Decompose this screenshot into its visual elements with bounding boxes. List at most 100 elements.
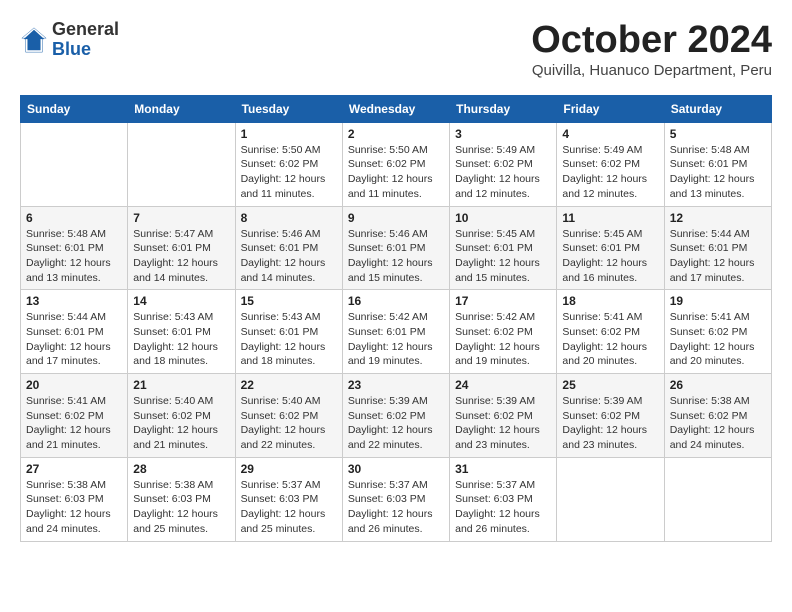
calendar-cell: 19 Sunrise: 5:41 AM Sunset: 6:02 PM Dayli… (664, 290, 771, 374)
day-number: 18 (562, 294, 658, 308)
day-detail: Sunrise: 5:40 AM Sunset: 6:02 PM Dayligh… (241, 394, 337, 453)
day-number: 3 (455, 127, 551, 141)
day-detail: Sunrise: 5:41 AM Sunset: 6:02 PM Dayligh… (562, 310, 658, 369)
day-detail: Sunrise: 5:42 AM Sunset: 6:02 PM Dayligh… (455, 310, 551, 369)
day-detail: Sunrise: 5:48 AM Sunset: 6:01 PM Dayligh… (670, 143, 766, 202)
day-number: 22 (241, 378, 337, 392)
logo-general-label: General (52, 20, 119, 40)
day-detail: Sunrise: 5:49 AM Sunset: 6:02 PM Dayligh… (455, 143, 551, 202)
day-detail: Sunrise: 5:37 AM Sunset: 6:03 PM Dayligh… (241, 478, 337, 537)
day-detail: Sunrise: 5:47 AM Sunset: 6:01 PM Dayligh… (133, 227, 229, 286)
calendar-cell: 22 Sunrise: 5:40 AM Sunset: 6:02 PM Dayli… (235, 374, 342, 458)
day-number: 12 (670, 211, 766, 225)
calendar-cell (664, 457, 771, 541)
calendar-cell (21, 122, 128, 206)
day-detail: Sunrise: 5:38 AM Sunset: 6:03 PM Dayligh… (133, 478, 229, 537)
day-number: 16 (348, 294, 444, 308)
day-number: 2 (348, 127, 444, 141)
day-header-friday: Friday (557, 95, 664, 122)
day-number: 13 (26, 294, 122, 308)
calendar-cell: 12 Sunrise: 5:44 AM Sunset: 6:01 PM Dayli… (664, 206, 771, 290)
calendar-cell: 7 Sunrise: 5:47 AM Sunset: 6:01 PM Daylig… (128, 206, 235, 290)
day-detail: Sunrise: 5:44 AM Sunset: 6:01 PM Dayligh… (670, 227, 766, 286)
day-detail: Sunrise: 5:40 AM Sunset: 6:02 PM Dayligh… (133, 394, 229, 453)
day-number: 26 (670, 378, 766, 392)
day-header-thursday: Thursday (450, 95, 557, 122)
day-number: 15 (241, 294, 337, 308)
day-detail: Sunrise: 5:44 AM Sunset: 6:01 PM Dayligh… (26, 310, 122, 369)
day-detail: Sunrise: 5:45 AM Sunset: 6:01 PM Dayligh… (562, 227, 658, 286)
day-header-monday: Monday (128, 95, 235, 122)
day-number: 19 (670, 294, 766, 308)
month-title: October 2024 (531, 20, 772, 62)
calendar-week-row: 27 Sunrise: 5:38 AM Sunset: 6:03 PM Dayli… (21, 457, 772, 541)
day-detail: Sunrise: 5:38 AM Sunset: 6:03 PM Dayligh… (26, 478, 122, 537)
day-number: 24 (455, 378, 551, 392)
day-header-saturday: Saturday (664, 95, 771, 122)
day-number: 23 (348, 378, 444, 392)
logo: General Blue (20, 20, 119, 60)
day-number: 31 (455, 462, 551, 476)
calendar-cell: 4 Sunrise: 5:49 AM Sunset: 6:02 PM Daylig… (557, 122, 664, 206)
day-number: 7 (133, 211, 229, 225)
calendar-cell: 9 Sunrise: 5:46 AM Sunset: 6:01 PM Daylig… (342, 206, 449, 290)
day-detail: Sunrise: 5:42 AM Sunset: 6:01 PM Dayligh… (348, 310, 444, 369)
day-number: 14 (133, 294, 229, 308)
logo-text: General Blue (52, 20, 119, 60)
calendar-cell: 25 Sunrise: 5:39 AM Sunset: 6:02 PM Dayli… (557, 374, 664, 458)
calendar-cell: 2 Sunrise: 5:50 AM Sunset: 6:02 PM Daylig… (342, 122, 449, 206)
location-subtitle: Quivilla, Huanuco Department, Peru (531, 62, 772, 79)
calendar-week-row: 6Sunrise: 5:48 AM Sunset: 6:01 PM Daylig… (21, 206, 772, 290)
day-number: 4 (562, 127, 658, 141)
day-number: 11 (562, 211, 658, 225)
day-number: 10 (455, 211, 551, 225)
day-detail: Sunrise: 5:37 AM Sunset: 6:03 PM Dayligh… (348, 478, 444, 537)
calendar-cell: 6Sunrise: 5:48 AM Sunset: 6:01 PM Daylig… (21, 206, 128, 290)
calendar-cell (557, 457, 664, 541)
logo-blue-label: Blue (52, 40, 119, 60)
day-detail: Sunrise: 5:41 AM Sunset: 6:02 PM Dayligh… (670, 310, 766, 369)
day-detail: Sunrise: 5:41 AM Sunset: 6:02 PM Dayligh… (26, 394, 122, 453)
calendar-cell: 21 Sunrise: 5:40 AM Sunset: 6:02 PM Dayli… (128, 374, 235, 458)
calendar-cell: 13 Sunrise: 5:44 AM Sunset: 6:01 PM Dayli… (21, 290, 128, 374)
day-detail: Sunrise: 5:46 AM Sunset: 6:01 PM Dayligh… (348, 227, 444, 286)
calendar-week-row: 20Sunrise: 5:41 AM Sunset: 6:02 PM Dayli… (21, 374, 772, 458)
logo-icon (20, 26, 48, 54)
day-number: 30 (348, 462, 444, 476)
calendar-cell: 24 Sunrise: 5:39 AM Sunset: 6:02 PM Dayli… (450, 374, 557, 458)
day-detail: Sunrise: 5:49 AM Sunset: 6:02 PM Dayligh… (562, 143, 658, 202)
calendar-cell: 5Sunrise: 5:48 AM Sunset: 6:01 PM Daylig… (664, 122, 771, 206)
calendar-table: SundayMondayTuesdayWednesdayThursdayFrid… (20, 95, 772, 542)
day-detail: Sunrise: 5:50 AM Sunset: 6:02 PM Dayligh… (348, 143, 444, 202)
day-detail: Sunrise: 5:37 AM Sunset: 6:03 PM Dayligh… (455, 478, 551, 537)
day-number: 9 (348, 211, 444, 225)
day-detail: Sunrise: 5:38 AM Sunset: 6:02 PM Dayligh… (670, 394, 766, 453)
calendar-cell: 17Sunrise: 5:42 AM Sunset: 6:02 PM Dayli… (450, 290, 557, 374)
title-area: October 2024 Quivilla, Huanuco Departmen… (531, 20, 772, 79)
day-number: 29 (241, 462, 337, 476)
calendar-cell: 1 Sunrise: 5:50 AM Sunset: 6:02 PM Daylig… (235, 122, 342, 206)
calendar-cell: 8Sunrise: 5:46 AM Sunset: 6:01 PM Daylig… (235, 206, 342, 290)
day-detail: Sunrise: 5:39 AM Sunset: 6:02 PM Dayligh… (348, 394, 444, 453)
day-number: 1 (241, 127, 337, 141)
day-detail: Sunrise: 5:39 AM Sunset: 6:02 PM Dayligh… (455, 394, 551, 453)
calendar-week-row: 13 Sunrise: 5:44 AM Sunset: 6:01 PM Dayli… (21, 290, 772, 374)
day-number: 28 (133, 462, 229, 476)
day-number: 8 (241, 211, 337, 225)
calendar-week-row: 1 Sunrise: 5:50 AM Sunset: 6:02 PM Daylig… (21, 122, 772, 206)
day-detail: Sunrise: 5:50 AM Sunset: 6:02 PM Dayligh… (241, 143, 337, 202)
day-number: 27 (26, 462, 122, 476)
day-header-tuesday: Tuesday (235, 95, 342, 122)
calendar-cell: 3 Sunrise: 5:49 AM Sunset: 6:02 PM Daylig… (450, 122, 557, 206)
calendar-cell: 18 Sunrise: 5:41 AM Sunset: 6:02 PM Dayli… (557, 290, 664, 374)
day-number: 21 (133, 378, 229, 392)
day-detail: Sunrise: 5:39 AM Sunset: 6:02 PM Dayligh… (562, 394, 658, 453)
day-detail: Sunrise: 5:43 AM Sunset: 6:01 PM Dayligh… (241, 310, 337, 369)
day-detail: Sunrise: 5:48 AM Sunset: 6:01 PM Dayligh… (26, 227, 122, 286)
calendar-cell: 20Sunrise: 5:41 AM Sunset: 6:02 PM Dayli… (21, 374, 128, 458)
day-detail: Sunrise: 5:43 AM Sunset: 6:01 PM Dayligh… (133, 310, 229, 369)
day-detail: Sunrise: 5:45 AM Sunset: 6:01 PM Dayligh… (455, 227, 551, 286)
calendar-header-row: SundayMondayTuesdayWednesdayThursdayFrid… (21, 95, 772, 122)
calendar-cell: 28 Sunrise: 5:38 AM Sunset: 6:03 PM Dayli… (128, 457, 235, 541)
day-number: 25 (562, 378, 658, 392)
